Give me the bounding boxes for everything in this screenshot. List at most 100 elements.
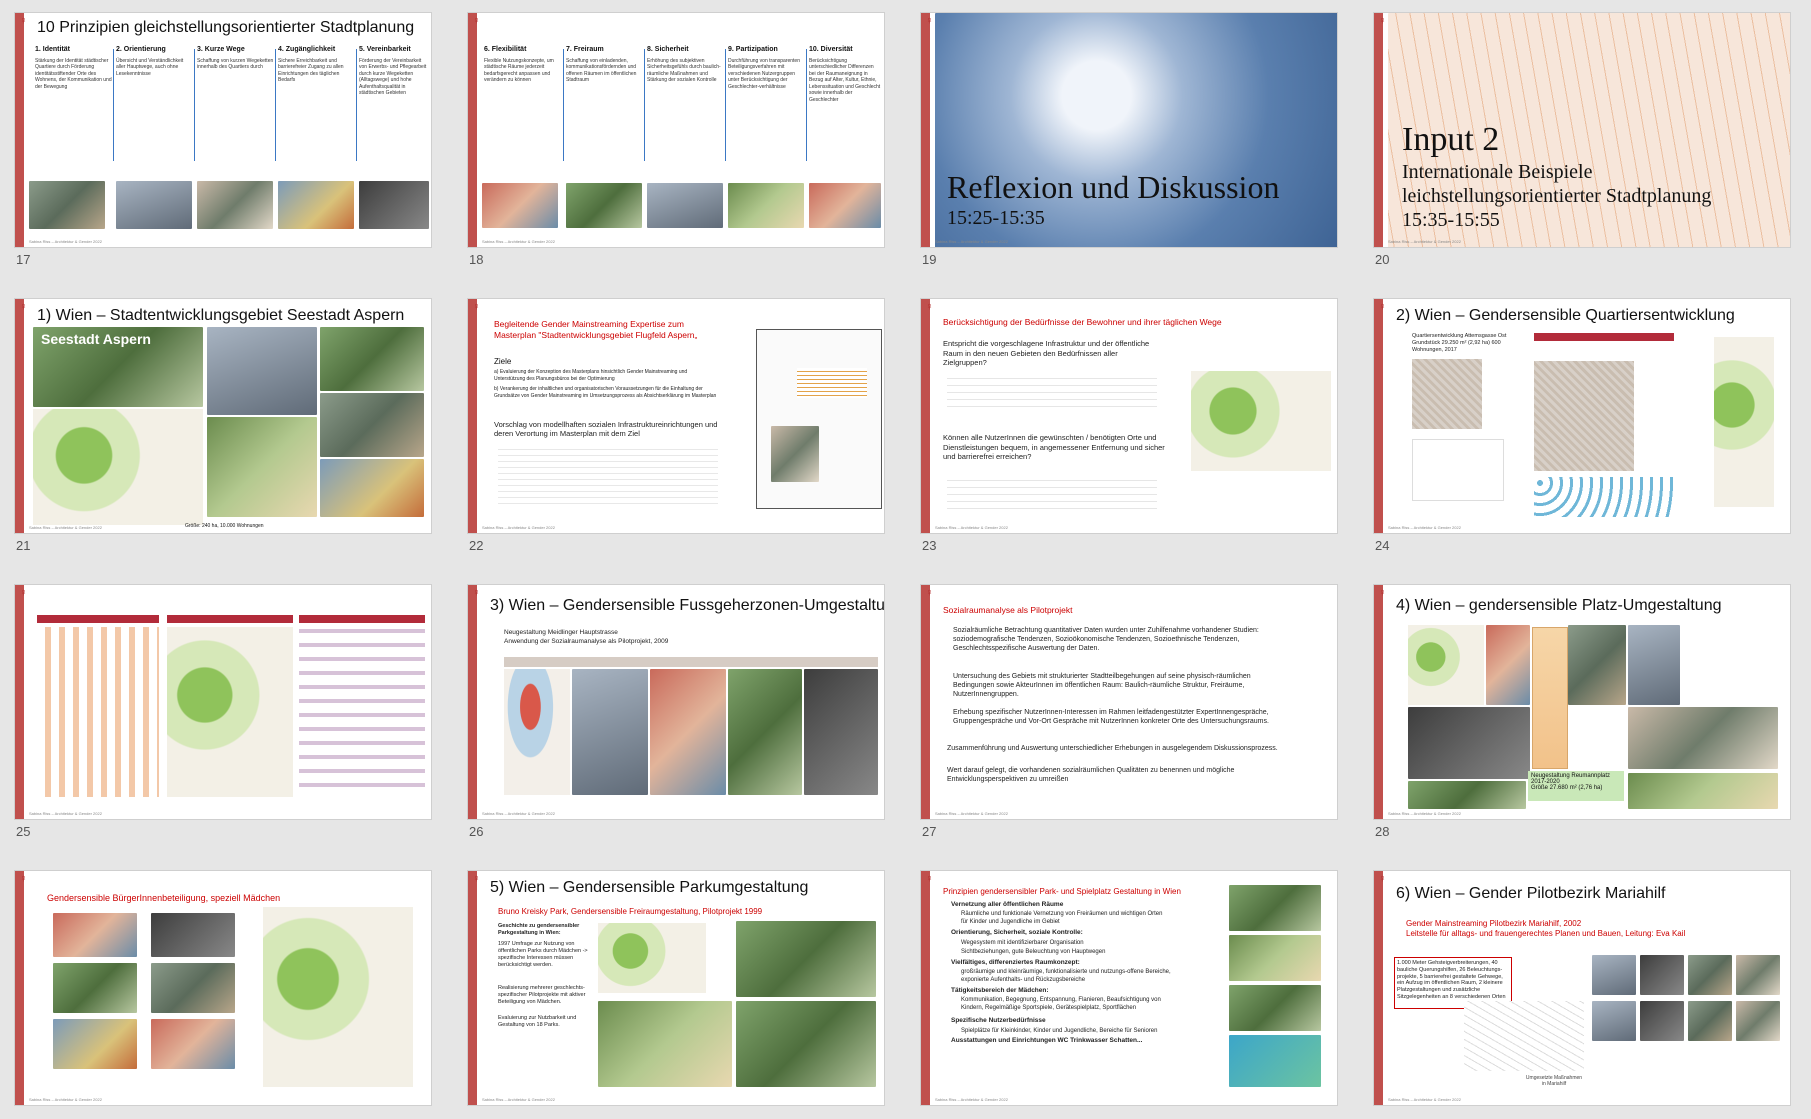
section-heading: Ziele — [494, 357, 512, 366]
slide-line-2: leichstellungsorientierter Stadtplanung — [1402, 185, 1712, 207]
slide-thumbnail-32[interactable]: ♀ 6) Wien – Gender Pilotbezirk Mariahilf… — [1373, 870, 1791, 1106]
principle-text: Durchführung von transparenten Beteiligu… — [728, 57, 800, 90]
slide-thumbnail-31[interactable]: ♀ Prinzipien gendersensibler Park- und S… — [920, 870, 1338, 1106]
photo — [151, 913, 235, 957]
photo — [1688, 955, 1732, 995]
column-divider — [356, 49, 357, 161]
slide-thumbnail-27[interactable]: ♀ Sozialraumanalyse als Pilotprojekt Soz… — [920, 584, 1338, 820]
photo — [1640, 1001, 1684, 1041]
slide-thumbnail-29[interactable]: ♀ Gendersensible BürgerInnenbeteiligung,… — [14, 870, 432, 1106]
slide-accent-bar — [15, 13, 24, 247]
photo — [116, 181, 192, 229]
section-heading: Vernetzung aller öffentlichen Räume — [951, 901, 1064, 908]
principle-heading: 2. Orientierung — [116, 46, 166, 53]
slide-title: 10 Prinzipien gleichstellungsorientierte… — [37, 19, 415, 36]
principle-heading: 4. Zugänglichkeit — [278, 46, 336, 53]
paragraph: Zusammenführung und Auswertung unterschi… — [947, 745, 1278, 752]
photo — [1486, 625, 1530, 705]
slide-footer: Sabina Riss – Architektur & Gender 2022 — [29, 239, 102, 244]
list-item: a) Evaluierung der Konzeption des Master… — [494, 369, 688, 382]
site-plan — [33, 409, 203, 525]
slide-thumbnail-23[interactable]: ♀ Berücksichtigung der Bedürfnisse der B… — [920, 298, 1338, 534]
slide-title: Begleitende Gender Mainstreaming Experti… — [494, 319, 698, 340]
logo-icon: ♀ — [19, 873, 28, 885]
principle-text: Förderung der Vereinbarkeit von Erwerbs-… — [359, 57, 427, 97]
map-caption: Umgesetzte Maßnahmen in Mariahilf — [1525, 1075, 1583, 1087]
slide-footer: Sabina Riss – Architektur & Gender 2022 — [1388, 525, 1461, 530]
column-divider — [644, 49, 645, 161]
slide-thumbnail-17[interactable]: ♀ 10 Prinzipien gleichstellungsorientier… — [14, 12, 432, 248]
principle-column: 6. Flexibilität Flexible Nutzungskonzepte… — [484, 46, 562, 84]
logo-icon: ♀ — [19, 587, 28, 599]
slide-thumbnail-26[interactable]: ♀ 3) Wien – Gendersensible Fussgeherzone… — [467, 584, 885, 820]
photo — [197, 181, 273, 229]
photo — [566, 183, 642, 228]
slide-thumbnail-19[interactable]: ♀ Reflexion und Diskussion 15:25-15:35 S… — [920, 12, 1338, 248]
principle-heading: 7. Freiraum — [566, 46, 604, 53]
slide-footer: Sabina Riss – Architektur & Gender 2022 — [935, 1097, 1008, 1102]
photo — [1229, 1035, 1321, 1087]
principle-text: Erhöhung des subjektiven Sicherheitsgefü… — [647, 57, 721, 84]
slide-thumbnail-24[interactable]: ♀ 2) Wien – Gendersensible Quartiersentw… — [1373, 298, 1791, 534]
bullet-item: Spielplätze für Kleinkinder, Kinder und … — [961, 1028, 1158, 1034]
bullet-list — [947, 474, 1157, 512]
column-divider — [563, 49, 564, 161]
slide-accent-bar — [921, 13, 930, 247]
principle-column: 9. Partizipation Durchführung von transpa… — [728, 46, 806, 90]
slide-thumbnail-20[interactable]: ♀ Input 2 Internationale Beispiele leich… — [1373, 12, 1791, 248]
photo — [53, 913, 137, 957]
header-strip — [1534, 333, 1674, 341]
photo — [278, 181, 354, 229]
slide-number: 17 — [16, 252, 31, 267]
slide-footer: Sabina Riss – Architektur & Gender 2022 — [482, 525, 555, 530]
photo — [1628, 707, 1778, 769]
paragraph: Vorschlag von modellhaften sozialen Infr… — [494, 420, 718, 438]
logo-icon: ♀ — [1378, 587, 1387, 599]
slide-thumbnail-30[interactable]: ♀ 5) Wien – Gendersensible Parkumgestalt… — [467, 870, 885, 1106]
principle-text: Schaffung von einladenden, kommunikation… — [566, 57, 637, 84]
photo — [1408, 707, 1530, 779]
principle-heading: 9. Partizipation — [728, 46, 778, 53]
district-map — [1464, 1001, 1584, 1071]
panel-header — [37, 615, 159, 623]
document-cover — [756, 329, 882, 509]
photo-caption: Größe: 240 ha, 10.000 Wohnungen — [185, 523, 264, 529]
park-plan — [263, 907, 413, 1087]
slide-thumbnail-21[interactable]: ♀ 1) Wien – Stadtentwicklungsgebiet Sees… — [14, 298, 432, 534]
list-item-text: Verankerung der inhaltlichen und organis… — [494, 386, 717, 399]
slide-accent-bar — [1374, 299, 1383, 533]
slide-subtitle: Gender Mainstreaming Pilotbezirk Mariahi… — [1406, 919, 1582, 928]
slide-footer: Sabina Riss – Architektur & Gender 2022 — [935, 811, 1008, 816]
slide-accent-bar — [15, 299, 24, 533]
slide-thumbnail-22[interactable]: ♀ Begleitende Gender Mainstreaming Exper… — [467, 298, 885, 534]
slide-number: 28 — [1375, 824, 1390, 839]
question-text: Entspricht die vorgeschlagene Infrastruk… — [943, 339, 1150, 367]
slide-thumbnail-25[interactable]: ♀ Sabina Riss – Architektur & Gender 202… — [14, 584, 432, 820]
slide-number: 24 — [1375, 538, 1390, 553]
principle-text: Übersicht und Verständlichkeit aller Hau… — [116, 57, 184, 77]
slide-footer: Sabina Riss – Architektur & Gender 2022 — [935, 525, 1008, 530]
slide-line-1: Internationale Beispiele — [1402, 161, 1593, 183]
slide-number: 25 — [16, 824, 31, 839]
slide-accent-bar — [921, 585, 930, 819]
slide-title: 4) Wien – gendersensible Platz-Umgestalt… — [1396, 597, 1722, 614]
site-plan-panel — [167, 627, 293, 797]
logo-icon: ♀ — [925, 873, 934, 885]
zone-map — [504, 669, 570, 795]
principle-text: Schaffung von kurzen Wegeketten innerhal… — [197, 57, 274, 71]
cover-title-block — [797, 368, 867, 398]
gender-symbols-panel — [1412, 439, 1504, 501]
photo — [572, 669, 648, 795]
photo — [1568, 625, 1626, 705]
slide-accent-bar — [15, 585, 24, 819]
photo — [1736, 955, 1780, 995]
slide-footer: Sabina Riss – Architektur & Gender 2022 — [935, 239, 1008, 244]
slide-footer: Sabina Riss – Architektur & Gender 2022 — [29, 1097, 102, 1102]
slide-number: 21 — [16, 538, 31, 553]
slide-thumbnail-28[interactable]: ♀ 4) Wien – gendersensible Platz-Umgesta… — [1373, 584, 1791, 820]
column-divider — [806, 49, 807, 161]
icon-grid — [1534, 477, 1674, 517]
section-heading: Vielfältiges, differenziertes Raumkonzep… — [951, 959, 1080, 966]
slide-thumbnail-18[interactable]: ♀ 6. Flexibilität Flexible Nutzungskonzep… — [467, 12, 885, 248]
section-heading: Tätigkeitsbereich der Mädchen: — [951, 987, 1049, 994]
